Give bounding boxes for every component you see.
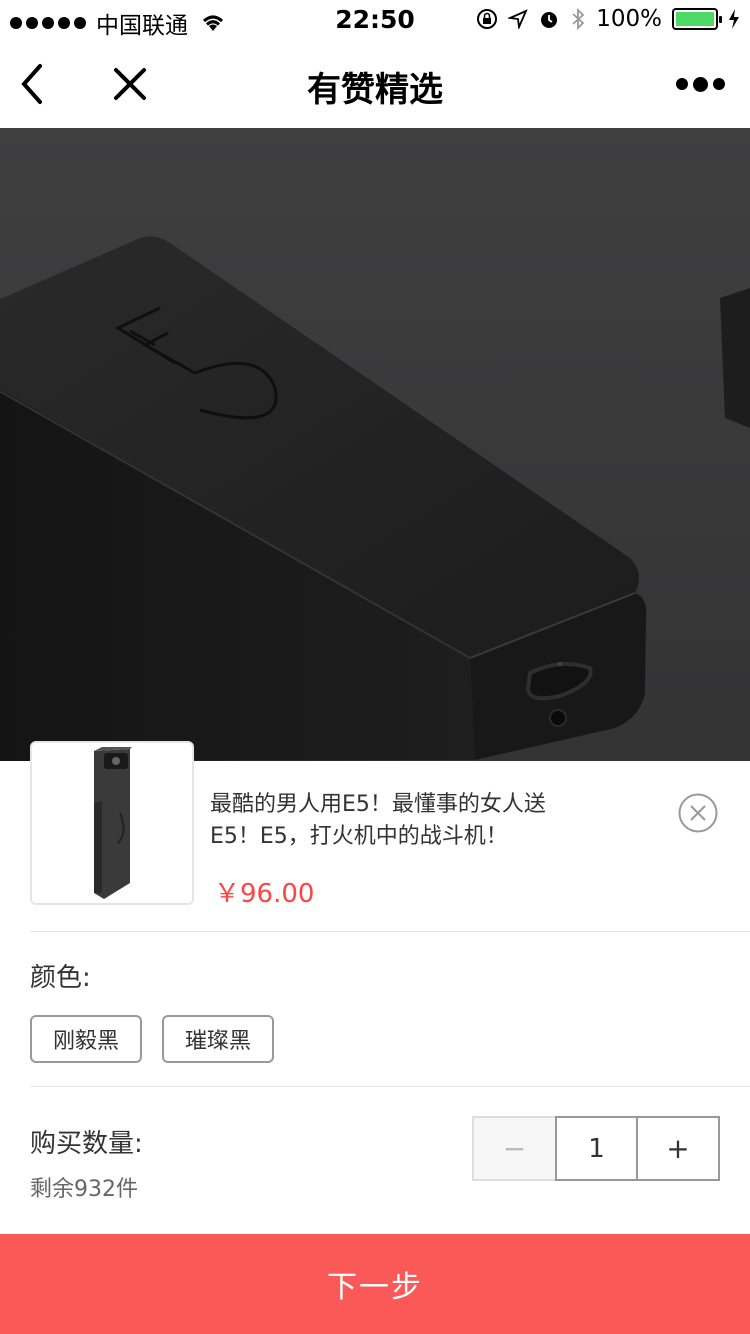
stock-remaining: 剩余932件	[30, 1177, 138, 1202]
product-price: ￥96.00	[214, 879, 315, 909]
product-title: 最酷的男人用E5！最懂事的女人送E5！E5，打火机中的战斗机！	[210, 792, 546, 849]
close-icon	[114, 68, 146, 100]
color-label: 颜色:	[30, 963, 91, 993]
nav-bar: 有赞精选	[0, 40, 750, 128]
close-button[interactable]	[106, 60, 154, 108]
quantity-stepper: − 1 +	[472, 1116, 720, 1181]
battery-icon	[672, 8, 722, 30]
product-photo	[0, 128, 750, 761]
color-option-2[interactable]: 璀璨黑	[162, 1015, 274, 1063]
location-icon	[508, 9, 528, 29]
next-step-button[interactable]: 下一步	[0, 1234, 750, 1334]
quantity-input[interactable]: 1	[555, 1116, 638, 1181]
battery-percent: 100%	[596, 6, 662, 32]
divider	[30, 931, 750, 932]
alarm-icon	[541, 12, 558, 28]
back-arrow-icon	[21, 64, 42, 104]
status-right: 100%	[476, 6, 740, 32]
more-icon	[676, 78, 688, 90]
sku-sheet: 最酷的男人用E5！最懂事的女人送E5！E5，打火机中的战斗机！ ￥96.00 颜…	[0, 741, 750, 1334]
increase-button[interactable]: +	[638, 1116, 720, 1181]
close-circle-icon	[678, 793, 718, 833]
thumbnail-image	[94, 747, 132, 899]
more-button[interactable]	[676, 70, 726, 98]
quantity-label: 购买数量:	[30, 1129, 143, 1159]
back-button[interactable]	[16, 60, 56, 108]
product-thumbnail	[30, 741, 194, 905]
rotation-lock-icon	[477, 9, 498, 29]
divider	[30, 1086, 750, 1087]
product-hero-image	[0, 128, 750, 761]
color-option-1[interactable]: 刚毅黑	[30, 1015, 142, 1063]
sheet-close-button[interactable]	[678, 793, 718, 833]
bluetooth-icon	[572, 7, 585, 31]
charging-icon	[729, 9, 739, 29]
decrease-button[interactable]: −	[472, 1116, 555, 1181]
status-bar: 中国联通 22:50 100%	[0, 0, 750, 40]
